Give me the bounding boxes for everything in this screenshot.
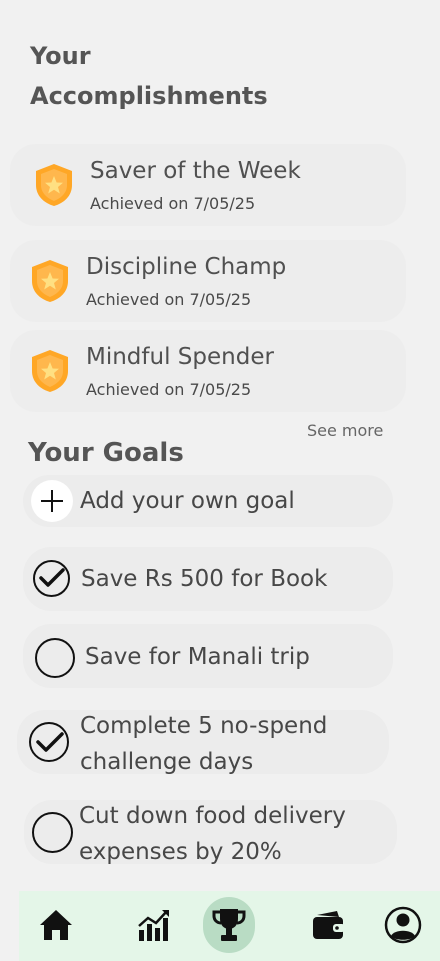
nav-profile[interactable] (381, 903, 425, 947)
nav-home[interactable] (34, 903, 78, 947)
goal-item: Cut down food delivery expenses by 20% (24, 800, 397, 865)
goals-heading: Your Goals (28, 438, 184, 468)
plus-icon (31, 480, 73, 522)
goal-checkbox[interactable] (33, 560, 70, 597)
checkmark-icon (36, 732, 64, 752)
badge-icon (36, 164, 72, 206)
goal-text-line2: challenge days (80, 749, 254, 775)
goal-checkbox[interactable] (32, 812, 73, 853)
badge-icon (32, 260, 68, 302)
see-more-link[interactable]: See more (307, 421, 383, 440)
accomplishment-title: Mindful Spender (86, 344, 274, 370)
accomplishment-title: Discipline Champ (86, 254, 287, 280)
page-title: Your Accomplishments (30, 42, 268, 110)
goal-item: Save for Manali trip (23, 624, 393, 688)
goal-text-line2: expenses by 20% (79, 839, 282, 865)
add-goal-label: Add your own goal (80, 488, 295, 514)
accomplishment-date: Achieved on 7/05/25 (86, 290, 252, 309)
accomplishment-card[interactable]: Mindful Spender Achieved on 7/05/25 (10, 330, 406, 412)
profile-icon (384, 906, 422, 944)
goal-item: Complete 5 no-spend challenge days (17, 710, 389, 775)
chart-icon (138, 910, 169, 941)
checkmark-icon (39, 568, 65, 587)
accomplishment-card[interactable]: Discipline Champ Achieved on 7/05/25 (10, 240, 406, 322)
trophy-icon (212, 909, 246, 941)
goal-text-line1: Complete 5 no-spend (80, 713, 328, 739)
goal-text-line1: Cut down food delivery (79, 803, 346, 829)
wallet-icon (313, 911, 345, 939)
goal-text: Save Rs 500 for Book (81, 566, 328, 592)
nav-stats[interactable] (131, 903, 175, 947)
goal-checkbox[interactable] (29, 722, 69, 762)
home-icon (40, 910, 72, 940)
goal-text: Save for Manali trip (85, 644, 310, 670)
badge-icon (32, 350, 68, 392)
nav-achievements[interactable] (207, 903, 251, 947)
goal-checkbox[interactable] (35, 638, 75, 678)
add-goal-button[interactable]: Add your own goal (23, 475, 393, 527)
accomplishment-card[interactable]: Saver of the Week Achieved on 7/05/25 (10, 144, 406, 226)
nav-wallet[interactable] (307, 903, 351, 947)
accomplishment-title: Saver of the Week (90, 158, 301, 184)
accomplishment-date: Achieved on 7/05/25 (86, 380, 252, 399)
accomplishment-date: Achieved on 7/05/25 (90, 194, 256, 213)
goal-item: Save Rs 500 for Book (23, 547, 393, 611)
bottom-nav (19, 891, 440, 961)
